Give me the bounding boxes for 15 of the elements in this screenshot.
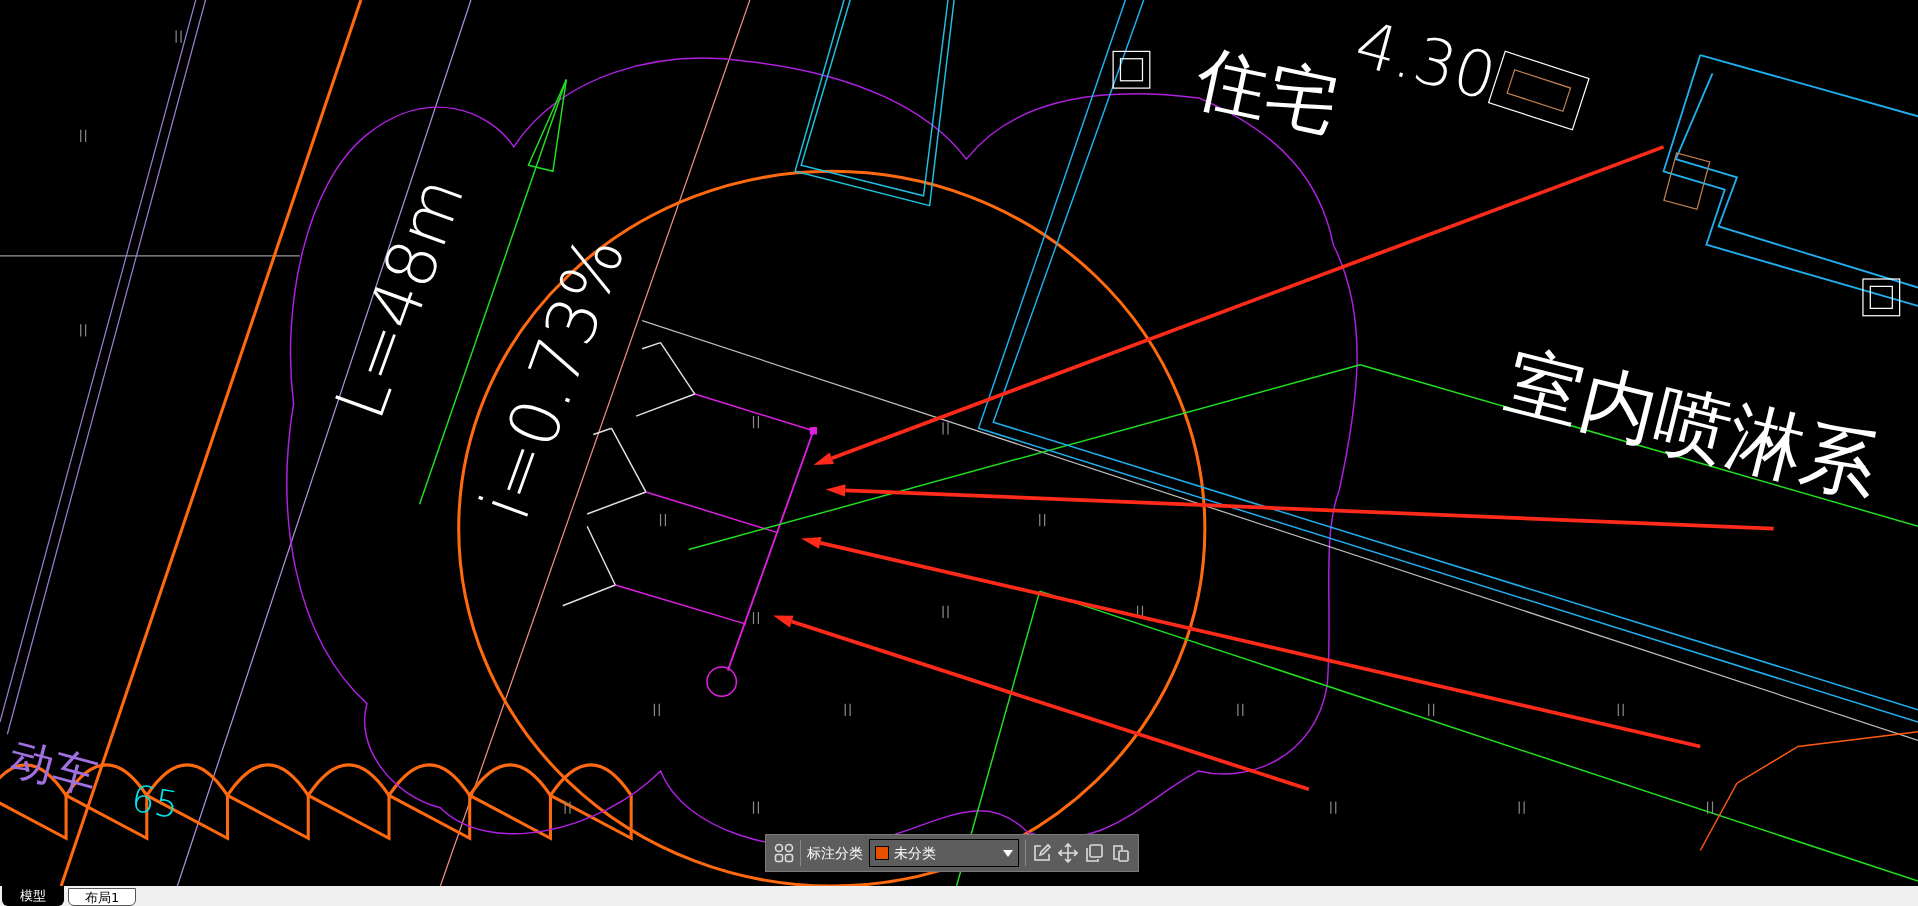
cad-text: 动车	[4, 731, 103, 804]
layout-tab[interactable]: 模型	[2, 886, 64, 906]
layout-tab[interactable]: 布局1	[68, 888, 137, 906]
grid-icon[interactable]	[774, 843, 794, 863]
copy-icon[interactable]	[1084, 843, 1104, 863]
cad-text: 住宅	[1189, 35, 1346, 147]
move-icon[interactable]	[1058, 843, 1078, 863]
cad-text: 65	[128, 776, 182, 828]
edit-icon[interactable]	[1032, 843, 1052, 863]
cad-text: 4.30	[1347, 6, 1504, 115]
toolbar-label: 标注分类	[807, 843, 863, 863]
caret-icon	[1003, 849, 1013, 857]
paste-icon[interactable]	[1110, 843, 1130, 863]
category-dropdown[interactable]: 未分类	[869, 839, 1019, 867]
cad-text: 室内喷淋系	[1497, 335, 1888, 514]
